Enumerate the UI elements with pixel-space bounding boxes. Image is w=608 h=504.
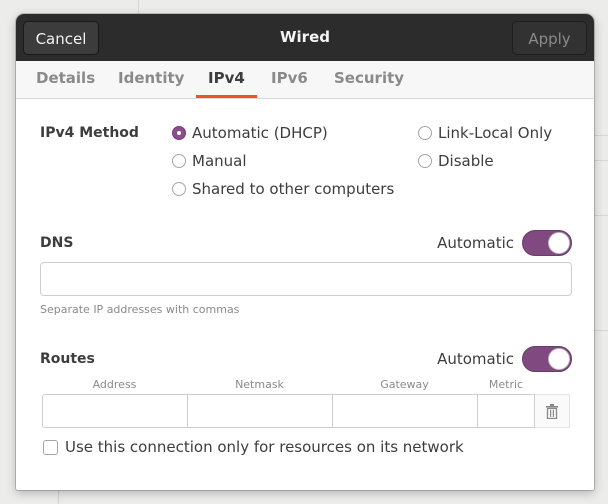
routes-automatic-row: Automatic bbox=[437, 346, 572, 372]
column-header-metric: Metric bbox=[488, 378, 524, 391]
tab-ipv4[interactable]: IPv4 bbox=[196, 61, 257, 98]
switch-knob bbox=[548, 232, 570, 254]
only-resources-checkbox[interactable] bbox=[43, 439, 58, 455]
only-resources-label: Use this connection only for resources o… bbox=[65, 438, 464, 456]
trash-icon bbox=[546, 403, 558, 419]
radio-unchecked-icon[interactable] bbox=[418, 154, 432, 168]
route-gateway-input[interactable] bbox=[332, 394, 478, 428]
routes-automatic-switch[interactable] bbox=[522, 346, 572, 372]
only-resources-row[interactable]: Use this connection only for resources o… bbox=[43, 438, 464, 456]
dialog-title: Wired bbox=[280, 28, 330, 46]
radio-label: Shared to other computers bbox=[192, 180, 395, 198]
cancel-button[interactable]: Cancel bbox=[23, 21, 99, 55]
routes-label: Routes bbox=[40, 351, 95, 367]
column-header-gateway: Gateway bbox=[380, 378, 429, 391]
apply-button[interactable]: Apply bbox=[512, 21, 587, 55]
tab-identity[interactable]: Identity bbox=[118, 61, 184, 98]
tab-ipv6[interactable]: IPv6 bbox=[271, 61, 308, 98]
dns-input[interactable] bbox=[40, 262, 572, 296]
tab-bar: Details Identity IPv4 IPv6 Security bbox=[16, 61, 594, 99]
background-line bbox=[594, 135, 608, 136]
routes-automatic-label: Automatic bbox=[437, 350, 514, 368]
column-header-address: Address bbox=[92, 378, 137, 391]
switch-knob bbox=[548, 348, 570, 370]
route-metric-input[interactable] bbox=[477, 394, 535, 428]
background-line bbox=[58, 490, 59, 504]
radio-link-local[interactable]: Link-Local Only bbox=[418, 124, 552, 142]
radio-shared[interactable]: Shared to other computers bbox=[172, 180, 394, 198]
dns-automatic-switch[interactable] bbox=[522, 230, 572, 256]
route-netmask-input[interactable] bbox=[187, 394, 333, 428]
radio-disable[interactable]: Disable bbox=[418, 152, 494, 170]
wired-settings-dialog: Wired Cancel Apply Details Identity IPv4… bbox=[16, 14, 594, 490]
radio-label: Disable bbox=[438, 152, 494, 170]
route-address-input[interactable] bbox=[42, 394, 188, 428]
radio-label: Link-Local Only bbox=[438, 124, 553, 142]
radio-checked-icon[interactable] bbox=[172, 126, 186, 140]
background-line bbox=[594, 215, 608, 216]
radio-automatic-dhcp[interactable]: Automatic (DHCP) bbox=[172, 124, 328, 142]
delete-route-button[interactable] bbox=[535, 394, 570, 428]
tab-details[interactable]: Details bbox=[36, 61, 95, 98]
radio-unchecked-icon[interactable] bbox=[172, 154, 186, 168]
background-line bbox=[594, 330, 608, 331]
tab-security[interactable]: Security bbox=[334, 61, 404, 98]
dns-automatic-label: Automatic bbox=[437, 234, 514, 252]
radio-unchecked-icon[interactable] bbox=[172, 182, 186, 196]
radio-label: Manual bbox=[192, 152, 247, 170]
radio-manual[interactable]: Manual bbox=[172, 152, 247, 170]
dns-automatic-row: Automatic bbox=[437, 230, 572, 256]
column-header-netmask: Netmask bbox=[235, 378, 284, 391]
dns-hint: Separate IP addresses with commas bbox=[40, 303, 240, 316]
dialog-header: Wired Cancel Apply bbox=[16, 14, 594, 61]
radio-unchecked-icon[interactable] bbox=[418, 126, 432, 140]
ipv4-method-label: IPv4 Method bbox=[40, 125, 139, 141]
dns-label: DNS bbox=[40, 235, 74, 251]
background-line bbox=[138, 0, 139, 14]
radio-label: Automatic (DHCP) bbox=[192, 124, 328, 142]
background-line bbox=[594, 160, 608, 161]
